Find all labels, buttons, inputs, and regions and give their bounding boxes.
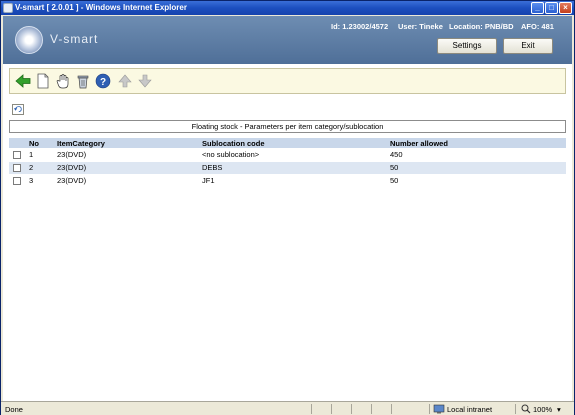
column-header-sublocation[interactable]: Sublocation code: [202, 139, 265, 148]
header-banner: V-smart Id: 1.23002/4572 User: Tineke Lo…: [3, 16, 572, 64]
column-header-itemcategory[interactable]: ItemCategory: [57, 139, 105, 148]
back-arrow-icon[interactable]: [15, 73, 31, 89]
session-id: Id: 1.23002/4572: [331, 22, 389, 31]
help-icon[interactable]: ?: [95, 73, 111, 89]
status-divider: [429, 404, 430, 414]
toolbar: ?: [9, 68, 566, 94]
close-window-button[interactable]: ×: [559, 2, 572, 14]
browser-window: V-smart [ 2.0.01 ] - Windows Internet Ex…: [0, 0, 575, 415]
row-no: 2: [29, 163, 34, 172]
down-arrow-icon[interactable]: [137, 73, 153, 89]
row-no: 3: [29, 176, 34, 185]
magnifier-icon[interactable]: [521, 404, 531, 414]
status-divider: [331, 404, 332, 414]
status-divider: [351, 404, 352, 414]
row-no: 1: [29, 150, 34, 159]
table-header-row: No ItemCategory Sublocation code Number …: [9, 138, 566, 148]
status-bar: Done Local intranet 100% ▾: [1, 401, 574, 415]
svg-text:?: ?: [100, 77, 106, 88]
security-zone-text: Local intranet: [447, 405, 493, 414]
row-sublocation: DEBS: [202, 163, 223, 172]
status-divider: [391, 404, 392, 414]
table-row[interactable]: 2 23(DVD) DEBS 50: [9, 162, 566, 174]
row-number-allowed: 450: [390, 150, 403, 159]
row-checkbox[interactable]: [13, 151, 21, 159]
table-row[interactable]: 1 23(DVD) <no sublocation> 450: [9, 149, 566, 161]
ie-app-icon: [3, 3, 13, 13]
row-sublocation: <no sublocation>: [202, 150, 260, 159]
trash-icon[interactable]: [75, 73, 91, 89]
page-content: V-smart Id: 1.23002/4572 User: Tineke Lo…: [3, 16, 572, 401]
status-divider: [311, 404, 312, 414]
intranet-zone-icon: [433, 404, 445, 414]
row-sublocation: JF1: [202, 176, 215, 185]
row-number-allowed: 50: [390, 176, 399, 185]
column-header-number-allowed[interactable]: Number allowed: [390, 139, 448, 148]
status-text: Done: [5, 405, 23, 414]
row-itemcategory: 23(DVD): [57, 163, 87, 172]
row-checkbox[interactable]: [13, 177, 21, 185]
table-caption: Floating stock - Parameters per item cat…: [9, 120, 566, 133]
location: Location: PNB/BD: [449, 22, 514, 31]
settings-button[interactable]: Settings: [437, 38, 497, 54]
row-number-allowed: 50: [390, 163, 399, 172]
up-arrow-icon[interactable]: [117, 73, 133, 89]
maximize-button[interactable]: □: [545, 2, 558, 14]
minimize-button[interactable]: _: [531, 2, 544, 14]
window-title: V-smart [ 2.0.01 ] - Windows Internet Ex…: [15, 3, 187, 12]
afo-number: AFO: 481: [521, 22, 554, 31]
table-row[interactable]: 3 23(DVD) JF1 50: [9, 175, 566, 187]
row-checkbox[interactable]: [13, 164, 21, 172]
row-itemcategory: 23(DVD): [57, 150, 87, 159]
row-itemcategory: 23(DVD): [57, 176, 87, 185]
status-divider: [515, 404, 516, 414]
new-document-icon[interactable]: [35, 73, 51, 89]
title-bar: V-smart [ 2.0.01 ] - Windows Internet Ex…: [1, 1, 574, 15]
undo-icon[interactable]: [12, 104, 24, 115]
zoom-level[interactable]: 100%: [533, 405, 552, 414]
hand-select-icon[interactable]: [55, 73, 71, 89]
column-header-no[interactable]: No: [29, 139, 39, 148]
status-divider: [371, 404, 372, 414]
user-name: User: Tineke: [398, 22, 443, 31]
logo-text: V-smart: [50, 32, 99, 46]
vsmart-logo-icon: [15, 26, 43, 54]
zoom-dropdown-chevron-icon[interactable]: ▾: [557, 405, 561, 414]
exit-button[interactable]: Exit: [503, 38, 553, 54]
